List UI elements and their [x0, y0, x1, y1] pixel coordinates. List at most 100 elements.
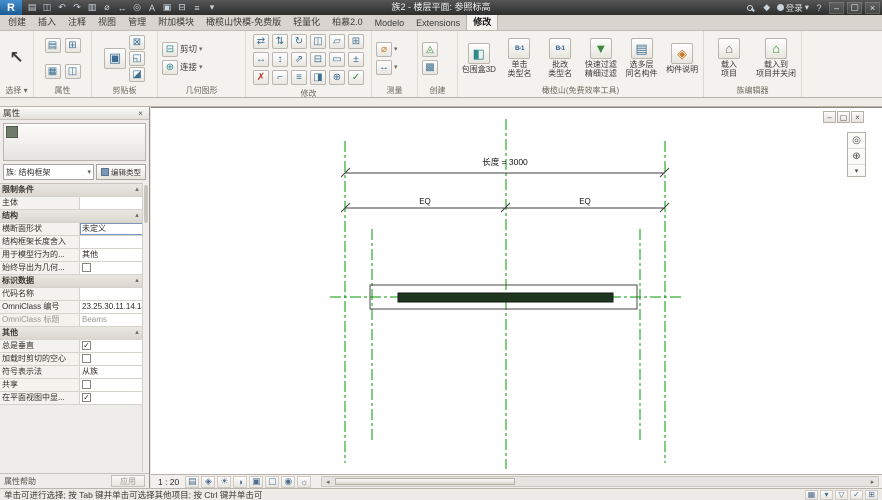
row-cut-voids[interactable]: 加载时剪切的空心	[0, 353, 143, 366]
multi-edit-icon[interactable]: ≡	[291, 70, 307, 85]
palette-header[interactable]: 属性 ×	[0, 107, 149, 120]
tab-lightweight[interactable]: 轻量化	[287, 13, 326, 30]
search-icon[interactable]	[743, 1, 757, 14]
property-value[interactable]	[80, 236, 143, 248]
pin-icon[interactable]: ▭	[329, 52, 345, 67]
print-icon[interactable]: ▥	[85, 1, 99, 14]
checkbox[interactable]	[82, 380, 91, 389]
visual-style-icon[interactable]: ◈	[201, 476, 215, 488]
paste-icon[interactable]: ▣	[104, 48, 126, 69]
checkbox-checked[interactable]: ✓	[82, 341, 91, 350]
tag-icon[interactable]: ◎	[130, 1, 144, 14]
zoom-icon[interactable]: ⊕	[848, 149, 865, 165]
property-value[interactable]	[80, 197, 143, 209]
crop-region-visibility-icon[interactable]: ▢	[265, 476, 279, 488]
row-omniclass-number[interactable]: OmniClass 编号 23.25.30.11.14.14	[0, 301, 143, 314]
palette-close-icon[interactable]: ×	[135, 109, 146, 118]
tab-extensions[interactable]: Extensions	[410, 16, 466, 30]
row-length-rounding[interactable]: 结构框架长度舍入	[0, 236, 143, 249]
property-value[interactable]: 未定义	[80, 223, 143, 235]
cut-icon[interactable]: ⊠	[129, 35, 145, 50]
load-into-project-button[interactable]: ⌂ 载入 项目	[707, 38, 751, 78]
checkbox-checked[interactable]: ✓	[82, 393, 91, 402]
bounding-box-3d-button[interactable]: ◧ 包围盒3D	[460, 43, 498, 74]
crop-view-icon[interactable]: ▣	[249, 476, 263, 488]
row-always-vertical[interactable]: 总是垂直 ✓	[0, 340, 143, 353]
sign-in-button[interactable]: 登录 ▾	[777, 2, 809, 14]
load-into-project-close-button[interactable]: ⌂ 载入到 项目并关闭	[754, 38, 798, 78]
scrollbar-thumb[interactable]	[144, 185, 148, 223]
scrollbar-thumb[interactable]	[335, 478, 515, 485]
default-3d-view-icon[interactable]: ▣	[160, 1, 174, 14]
beam-symbolic-line[interactable]	[398, 293, 613, 302]
redo-icon[interactable]: ↷	[70, 1, 84, 14]
copy-to-clipboard-icon[interactable]: ◱	[129, 51, 145, 66]
measure-button[interactable]: ⌀ ▾	[376, 42, 398, 57]
stretch-icon[interactable]: ↕	[272, 52, 288, 67]
panel-caption-select[interactable]: 选择 ▾	[0, 85, 33, 97]
row-model-behavior[interactable]: 用于模型行为的... 其他	[0, 249, 143, 262]
mirror-icon[interactable]: ◫	[310, 34, 326, 49]
array-icon[interactable]: ⊞	[348, 34, 364, 49]
detail-level-icon[interactable]: ▤	[185, 476, 199, 488]
family-selector-dropdown[interactable]: 族: 结构框架 ▾	[3, 164, 94, 180]
paint-icon[interactable]: ◨	[310, 70, 326, 85]
section-other[interactable]: 其他 ▴	[0, 327, 143, 340]
create-similar-icon[interactable]: ▩	[422, 60, 438, 75]
text-icon[interactable]: A	[145, 1, 159, 14]
thin-lines-icon[interactable]: ≡	[190, 1, 204, 14]
cut-geometry-button[interactable]: ⊟ 剪切 ▾	[162, 42, 203, 57]
tab-view[interactable]: 视图	[92, 13, 122, 30]
row-show-in-plan[interactable]: 在平面视图中显... ✓	[0, 392, 143, 405]
selection-filter-icon[interactable]: ▽	[835, 490, 848, 500]
section-icon[interactable]: ⊟	[175, 1, 189, 14]
view-minimize-button[interactable]: –	[823, 111, 836, 123]
sun-path-icon[interactable]: ☀	[217, 476, 231, 488]
tab-add-ins[interactable]: 附加模块	[152, 13, 200, 30]
tab-bomu[interactable]: 柏慕2.0	[326, 13, 369, 30]
eq-label-right[interactable]: EQ	[579, 197, 591, 206]
select-toggle-icon[interactable]: ✓	[850, 490, 863, 500]
worksets-icon[interactable]: ▦	[805, 490, 818, 500]
row-shared[interactable]: 共享	[0, 379, 143, 392]
visibility-settings-icon[interactable]: ◫	[65, 64, 81, 79]
help-icon[interactable]: ?	[812, 1, 826, 14]
demolish-icon[interactable]: ⌐	[272, 70, 288, 85]
apply-button[interactable]: 应用	[111, 475, 145, 487]
rotate-icon[interactable]: ↻	[291, 34, 307, 49]
scroll-left-icon[interactable]: ◂	[322, 478, 333, 486]
join-geometry-button[interactable]: ⊕ 连接 ▾	[162, 60, 203, 75]
match-type-icon[interactable]: ◪	[129, 67, 145, 82]
edit-type-button[interactable]: 编辑类型	[96, 164, 146, 180]
row-omniclass-title[interactable]: OmniClass 标题 Beams	[0, 314, 143, 327]
family-category-icon[interactable]: ▦	[45, 64, 61, 79]
palette-scrollbar[interactable]	[142, 183, 149, 472]
element-notes-button[interactable]: ◈ 构件说明	[663, 43, 701, 74]
offset-icon[interactable]: ▱	[329, 34, 345, 49]
restore-button[interactable]: ▢	[847, 2, 862, 14]
tab-gls-free[interactable]: 橄榄山快模-免费版	[200, 13, 287, 30]
checkbox[interactable]	[82, 354, 91, 363]
shadows-icon[interactable]: ◑	[233, 476, 247, 488]
tab-annotate[interactable]: 注释	[62, 13, 92, 30]
property-value[interactable]: 其他	[80, 249, 143, 261]
view-restore-button[interactable]: ▢	[837, 111, 850, 123]
row-code-name[interactable]: 代码名称	[0, 288, 143, 301]
scale-icon[interactable]: ±	[348, 52, 364, 67]
design-options-icon[interactable]: ▾	[820, 490, 833, 500]
delete-icon[interactable]: ✗	[253, 70, 269, 85]
close-button[interactable]: ×	[865, 2, 880, 14]
qat-menu-icon[interactable]: ▾	[205, 1, 219, 14]
steering-wheel-icon[interactable]: ◎	[848, 133, 865, 149]
dimension-icon[interactable]: ↔	[115, 1, 129, 14]
open-icon[interactable]: ▤	[25, 1, 39, 14]
properties-help-link[interactable]: 属性帮助	[4, 476, 36, 487]
type-preview[interactable]	[3, 123, 146, 161]
create-group-icon[interactable]: ◬	[422, 42, 438, 57]
view-scale[interactable]: 1 : 20	[154, 477, 183, 487]
properties-palette-icon[interactable]: ▤	[45, 38, 61, 53]
scroll-right-icon[interactable]: ▸	[867, 478, 878, 486]
view-close-button[interactable]: ×	[851, 111, 864, 123]
tab-manage[interactable]: 管理	[122, 13, 152, 30]
temporary-hide-isolate-icon[interactable]: ◉	[281, 476, 295, 488]
